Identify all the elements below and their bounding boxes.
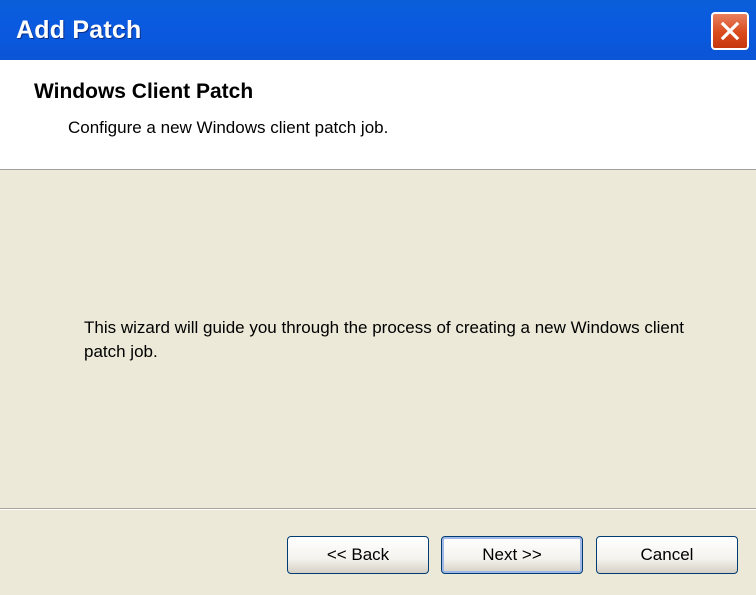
wizard-title: Windows Client Patch bbox=[34, 80, 254, 103]
wizard-subtitle: Configure a new Windows client patch job… bbox=[68, 118, 389, 137]
title-bar[interactable]: Add Patch bbox=[0, 0, 756, 60]
wizard-header: Windows Client Patch Configure a new Win… bbox=[0, 60, 756, 170]
close-icon bbox=[720, 21, 740, 41]
window-title: Add Patch bbox=[16, 16, 142, 44]
back-button[interactable]: << Back bbox=[287, 536, 429, 574]
wizard-description: This wizard will guide you through the p… bbox=[84, 318, 685, 361]
next-button[interactable]: Next >> bbox=[441, 536, 583, 574]
button-separator bbox=[0, 508, 756, 510]
add-patch-dialog: Add Patch Windows Client Patch Configure… bbox=[0, 0, 756, 595]
close-button[interactable] bbox=[711, 12, 749, 50]
cancel-button[interactable]: Cancel bbox=[596, 536, 738, 574]
